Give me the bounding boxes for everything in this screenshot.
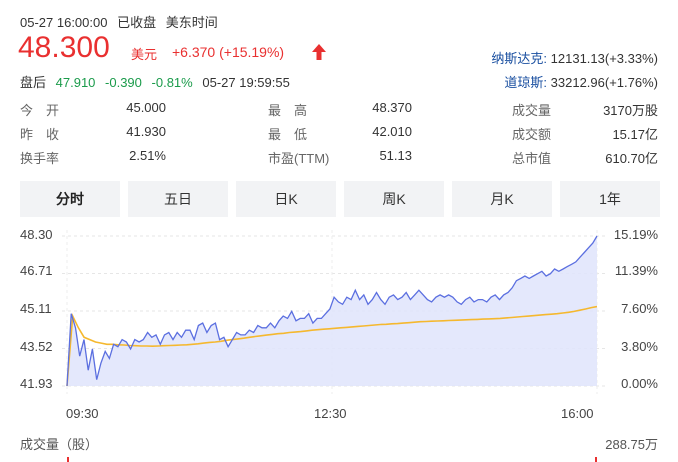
- volume-bar-last: [595, 457, 597, 462]
- x-tick-label: 09:30: [66, 406, 99, 421]
- x-tick-label: 12:30: [314, 406, 347, 421]
- intraday-chart[interactable]: [0, 0, 678, 462]
- volume-label: 成交量（股）: [20, 437, 99, 452]
- volume-max: 288.75万: [605, 437, 658, 452]
- volume-bar-first: [67, 457, 69, 462]
- x-tick-label: 16:00: [561, 406, 594, 421]
